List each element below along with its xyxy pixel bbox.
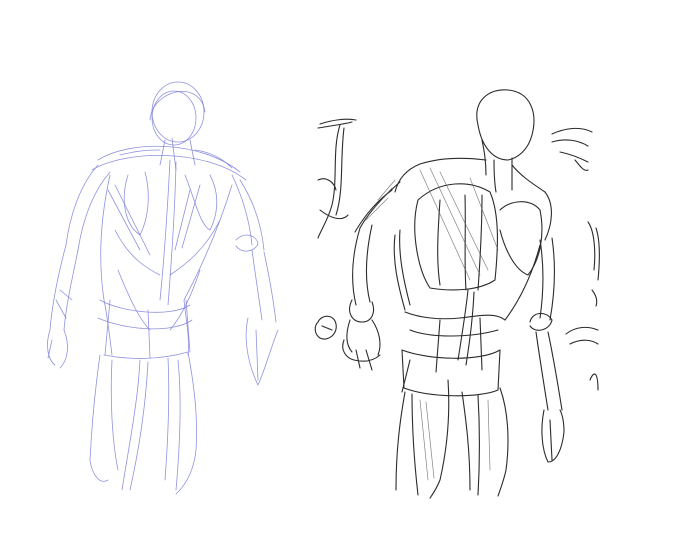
ink-right-leg: [461, 387, 509, 497]
rough-torso-right: [183, 184, 233, 356]
study-hand: [551, 127, 593, 171]
ink-right-forearm: [535, 331, 563, 411]
rough-left-leg: [89, 354, 119, 482]
rough-lats: [114, 219, 221, 276]
ink-spine: [457, 289, 475, 366]
rough-right-leg: [164, 351, 198, 495]
ink-shoulder-right: [544, 191, 552, 241]
ink-left-elbow: [349, 299, 375, 323]
ink-hatch-back: [419, 167, 499, 281]
ink-left-upper-arm: [352, 224, 373, 306]
rough-spine: [159, 159, 177, 306]
ink-pelvis: [401, 311, 506, 397]
rough-right-leg-2: [175, 359, 181, 491]
rough-pelvis: [97, 299, 193, 359]
study-curve: [589, 373, 599, 391]
rough-scapula-left: [123, 171, 149, 236]
margin-studies: [314, 118, 600, 391]
ink-left-forearm: [346, 319, 381, 356]
ink-right-leg-inner: [477, 394, 481, 496]
ink-scapula-right: [499, 201, 543, 276]
ink-pelvis-center: [401, 317, 483, 393]
ink-right-elbow: [529, 312, 553, 331]
rough-left-forearm: [49, 244, 79, 331]
sketch-canvas: [47, 81, 600, 499]
rough-torso-left: [100, 174, 113, 356]
rough-right-hand: [245, 317, 279, 386]
rough-blue-figure-sketch: [47, 81, 279, 495]
rough-left-hand: [47, 329, 68, 369]
rough-head-stroke: [149, 91, 206, 121]
study-torso-edge: [587, 221, 600, 307]
ink-head: [476, 89, 535, 161]
rough-left-leg-inner: [121, 359, 149, 491]
ink-torso-left: [393, 229, 411, 311]
study-circle-inner: [321, 325, 333, 331]
ink-upper-back-inner: [437, 194, 483, 291]
rough-shoulder-line: [97, 145, 241, 173]
rough-left-upper-arm: [65, 164, 111, 251]
ink-right-upper-arm: [539, 237, 556, 321]
rough-head-overlap: [151, 90, 197, 146]
ink-right-hand: [541, 409, 565, 463]
ink-upper-back: [414, 183, 498, 291]
rough-right-elbow: [235, 234, 259, 252]
ink-trapezius-right: [511, 164, 546, 193]
refined-ink-figure-sketch: [342, 89, 565, 499]
ink-construction-lines: [365, 167, 499, 481]
rough-right-forearm: [251, 249, 277, 323]
ink-left-leg-inner: [429, 379, 450, 499]
ink-shoulder-left: [354, 181, 401, 233]
study-forearm: [565, 326, 599, 345]
ink-left-leg: [395, 391, 419, 496]
